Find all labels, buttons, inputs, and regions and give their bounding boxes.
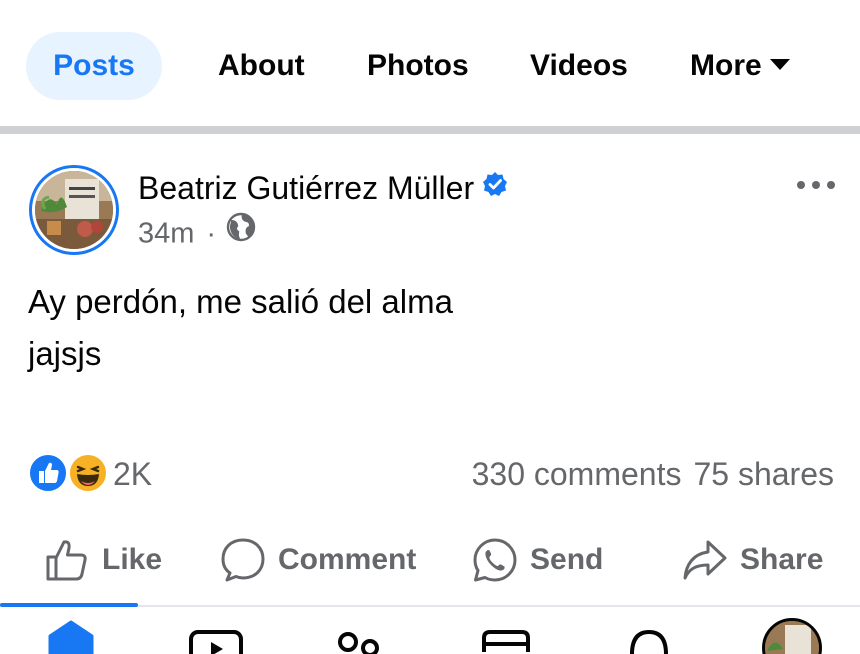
profile-tabs: Posts About Photos Videos More (0, 0, 860, 126)
comment-label: Comment (278, 543, 417, 576)
send-label: Send (530, 543, 604, 576)
post-time[interactable]: 34m (138, 218, 194, 250)
engagement-counts: 330 comments 75 shares (472, 456, 834, 493)
reaction-count[interactable]: 2K (113, 456, 152, 493)
haha-reaction-icon (67, 452, 109, 499)
like-label: Like (102, 543, 163, 576)
avatar-image (35, 171, 113, 249)
video-icon[interactable] (188, 618, 244, 654)
author-avatar[interactable] (29, 165, 119, 255)
friends-icon[interactable] (334, 618, 386, 654)
tab-videos[interactable]: Videos (530, 32, 628, 100)
globe-icon (226, 212, 256, 250)
section-separator (0, 126, 860, 134)
verified-badge-icon (482, 168, 508, 205)
tab-photos[interactable]: Photos (367, 32, 469, 100)
tab-about[interactable]: About (218, 32, 305, 100)
whatsapp-icon (473, 538, 517, 582)
tab-more-label: More (690, 49, 762, 82)
share-button[interactable]: Share (682, 532, 823, 588)
share-arrow-icon (683, 540, 727, 580)
profile-avatar[interactable] (762, 618, 822, 654)
thumbs-up-icon (46, 540, 87, 581)
marketplace-icon[interactable] (478, 618, 534, 654)
post-author[interactable]: Beatriz Gutiérrez Müller (138, 170, 508, 209)
notifications-icon[interactable] (624, 618, 674, 654)
shares-count[interactable]: 75 shares (693, 456, 834, 492)
comment-button[interactable]: Comment (220, 532, 416, 588)
author-name[interactable]: Beatriz Gutiérrez Müller (138, 170, 474, 206)
share-label: Share (740, 543, 824, 576)
post-meta: 34m · (138, 212, 256, 254)
post-text: Ay perdón, me salió del alma jajsjs (28, 283, 453, 372)
caret-down-icon (769, 58, 790, 70)
send-button[interactable]: Send (472, 532, 603, 588)
comment-bubble-icon (221, 538, 265, 582)
meta-separator: · (206, 217, 217, 250)
active-nav-indicator (0, 603, 138, 607)
comments-count[interactable]: 330 comments (472, 456, 682, 492)
tab-more[interactable]: More (690, 32, 790, 100)
like-button[interactable]: Like (44, 532, 162, 588)
more-options-icon[interactable] (794, 170, 840, 200)
tab-posts[interactable]: Posts (26, 32, 162, 100)
home-icon[interactable] (46, 618, 96, 654)
like-reaction-icon (27, 452, 69, 499)
